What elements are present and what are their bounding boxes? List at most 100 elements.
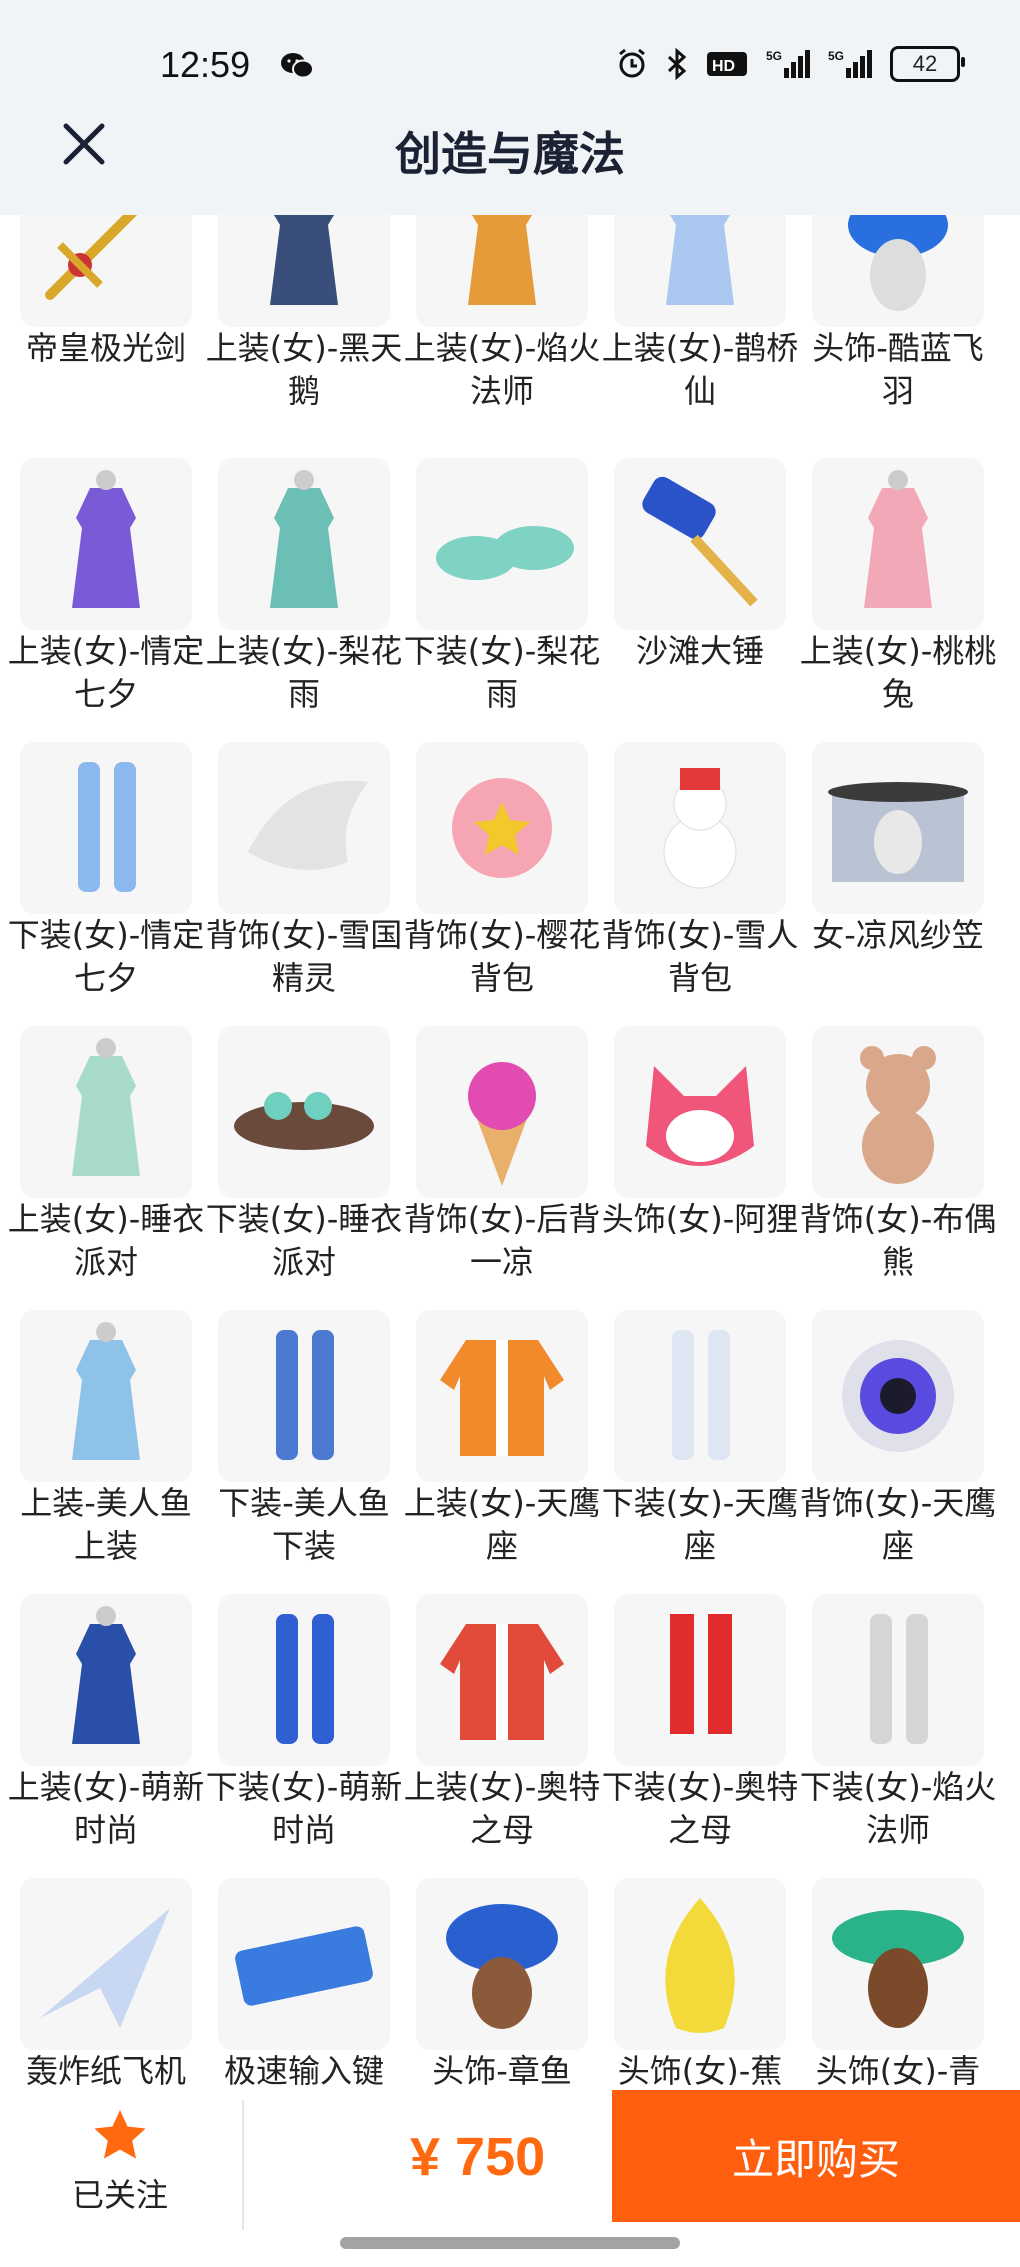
product-label: 下装(女)-天鹰座 xyxy=(601,1484,799,1565)
product-item[interactable]: 背饰(女)-后背一凉 xyxy=(403,1026,601,1284)
keyboard-icon xyxy=(235,1926,373,2006)
product-item[interactable]: 下装(女)-萌新时尚 xyxy=(205,1594,403,1852)
product-label: 背饰(女)-布偶熊 xyxy=(799,1200,997,1281)
product-item[interactable]: 上装(女)-天鹰座 xyxy=(403,1310,601,1568)
product-item[interactable]: 背饰(女)-雪国精灵 xyxy=(205,742,403,1000)
product-label: 背饰(女)-天鹰座 xyxy=(799,1484,997,1565)
product-thumbnail[interactable] xyxy=(218,215,390,327)
product-item[interactable]: 头饰-酷蓝飞羽 xyxy=(799,215,997,413)
product-item[interactable]: 上装(女)-梨花雨 xyxy=(205,458,403,716)
home-indicator[interactable] xyxy=(340,2237,680,2249)
product-item[interactable]: 上装(女)-睡衣派对 xyxy=(7,1026,205,1284)
product-item[interactable]: 上装(女)-萌新时尚 xyxy=(7,1594,205,1852)
cap-icon xyxy=(848,215,948,311)
product-item[interactable]: 背饰(女)-天鹰座 xyxy=(799,1310,997,1568)
product-item[interactable]: 下装(女)-睡衣派对 xyxy=(205,1026,403,1284)
product-thumbnail[interactable] xyxy=(218,742,390,914)
product-label: 帝皇极光剑 xyxy=(25,329,186,367)
product-thumbnail[interactable] xyxy=(812,1878,984,2050)
boots-icon xyxy=(670,1614,732,1734)
product-item[interactable]: 背饰(女)-雪人背包 xyxy=(601,742,799,1000)
product-thumbnail[interactable] xyxy=(20,1310,192,1482)
product-item[interactable]: 头饰(女)-阿狸 xyxy=(601,1026,799,1241)
product-item[interactable]: 背饰(女)-布偶熊 xyxy=(799,1026,997,1284)
product-thumbnail[interactable] xyxy=(218,458,390,630)
product-item[interactable]: 头饰-章鱼 xyxy=(403,1878,601,2085)
product-thumbnail[interactable] xyxy=(812,215,984,327)
product-item[interactable]: 上装(女)-黑天鹅 xyxy=(205,215,403,413)
product-item[interactable]: 上装(女)-桃桃兔 xyxy=(799,458,997,716)
product-thumbnail[interactable] xyxy=(20,1594,192,1766)
product-label: 上装(女)-梨花雨 xyxy=(205,632,403,713)
product-label: 头饰(女)-蕉 xyxy=(617,2052,783,2085)
product-thumbnail[interactable] xyxy=(416,1878,588,2050)
product-thumbnail[interactable] xyxy=(218,1594,390,1766)
product-thumbnail[interactable] xyxy=(416,1594,588,1766)
product-item[interactable]: 帝皇极光剑 xyxy=(7,215,205,370)
product-item[interactable]: 背饰(女)-樱花背包 xyxy=(403,742,601,1000)
product-label: 下装(女)-焰火法师 xyxy=(799,1768,997,1849)
dress-icon xyxy=(864,470,932,608)
product-item[interactable]: 下装(女)-奥特之母 xyxy=(601,1594,799,1852)
product-thumbnail[interactable] xyxy=(614,1878,786,2050)
product-label: 轰炸纸飞机 xyxy=(25,2052,186,2085)
product-item[interactable]: 头饰(女)-蕉 xyxy=(601,1878,799,2085)
product-thumbnail[interactable] xyxy=(614,458,786,630)
product-item[interactable]: 下装-美人鱼下装 xyxy=(205,1310,403,1568)
product-thumbnail[interactable] xyxy=(812,1310,984,1482)
product-item[interactable]: 极速输入键 xyxy=(205,1878,403,2085)
product-thumbnail[interactable] xyxy=(416,1026,588,1198)
product-thumbnail[interactable] xyxy=(218,1026,390,1198)
product-thumbnail[interactable] xyxy=(218,1310,390,1482)
product-thumbnail[interactable] xyxy=(614,1310,786,1482)
product-item[interactable]: 上装(女)-鹊桥仙 xyxy=(601,215,799,413)
wings-icon xyxy=(248,780,368,870)
product-label: 下装(女)-萌新时尚 xyxy=(205,1768,403,1849)
product-item[interactable]: 上装(女)-焰火法师 xyxy=(403,215,601,413)
product-thumbnail[interactable] xyxy=(614,215,786,327)
product-label: 头饰(女)-阿狸 xyxy=(601,1200,799,1238)
product-item[interactable]: 下装(女)-梨花雨 xyxy=(403,458,601,716)
product-label: 上装(女)-情定七夕 xyxy=(7,632,205,713)
product-thumbnail[interactable] xyxy=(812,742,984,914)
svg-text:5G: 5G xyxy=(828,49,844,63)
product-thumbnail[interactable] xyxy=(20,1026,192,1198)
product-item[interactable]: 头饰(女)-青 xyxy=(799,1878,997,2085)
legs-icon xyxy=(276,1330,334,1460)
product-item[interactable]: 女-凉风纱笠 xyxy=(799,742,997,957)
product-thumbnail[interactable] xyxy=(20,742,192,914)
product-item[interactable]: 上装-美人鱼上装 xyxy=(7,1310,205,1568)
dress-icon xyxy=(468,215,536,305)
dress-icon xyxy=(72,1606,140,1744)
product-item[interactable]: 上装(女)-情定七夕 xyxy=(7,458,205,716)
product-label: 上装(女)-桃桃兔 xyxy=(799,632,997,713)
product-thumbnail[interactable] xyxy=(20,458,192,630)
product-thumbnail[interactable] xyxy=(812,458,984,630)
price: ¥ 750 xyxy=(410,2127,546,2187)
buy-now-button[interactable]: 立即购买 xyxy=(612,2090,1020,2222)
product-thumbnail[interactable] xyxy=(20,1878,192,2050)
product-thumbnail[interactable] xyxy=(614,742,786,914)
product-thumbnail[interactable] xyxy=(614,1594,786,1766)
product-thumbnail[interactable] xyxy=(812,1026,984,1198)
product-item[interactable]: 沙滩大锤 xyxy=(601,458,799,673)
legs-icon xyxy=(672,1330,730,1460)
product-item[interactable]: 下装(女)-情定七夕 xyxy=(7,742,205,1000)
product-thumbnail[interactable] xyxy=(812,1594,984,1766)
product-item[interactable]: 下装(女)-天鹰座 xyxy=(601,1310,799,1568)
jacket-icon xyxy=(440,1624,564,1740)
product-thumbnail[interactable] xyxy=(416,742,588,914)
product-item[interactable]: 上装(女)-奥特之母 xyxy=(403,1594,601,1852)
product-thumbnail[interactable] xyxy=(416,215,588,327)
product-thumbnail[interactable] xyxy=(614,1026,786,1198)
product-thumbnail[interactable] xyxy=(416,458,588,630)
product-thumbnail[interactable] xyxy=(416,1310,588,1482)
product-item[interactable]: 下装(女)-焰火法师 xyxy=(799,1594,997,1852)
product-label: 头饰-酷蓝飞羽 xyxy=(812,329,984,410)
follow-button[interactable]: 已关注 xyxy=(40,2108,200,2216)
product-item[interactable]: 轰炸纸飞机 xyxy=(7,1878,205,2085)
item-grid[interactable]: 帝皇极光剑 上装(女)-黑天鹅 上装(女)-焰火法师 上装(女)-鹊桥仙 头饰-酷蓝飞羽… xyxy=(0,215,1020,2085)
product-thumbnail[interactable] xyxy=(20,215,192,327)
dress-icon xyxy=(666,215,734,305)
product-thumbnail[interactable] xyxy=(218,1878,390,2050)
